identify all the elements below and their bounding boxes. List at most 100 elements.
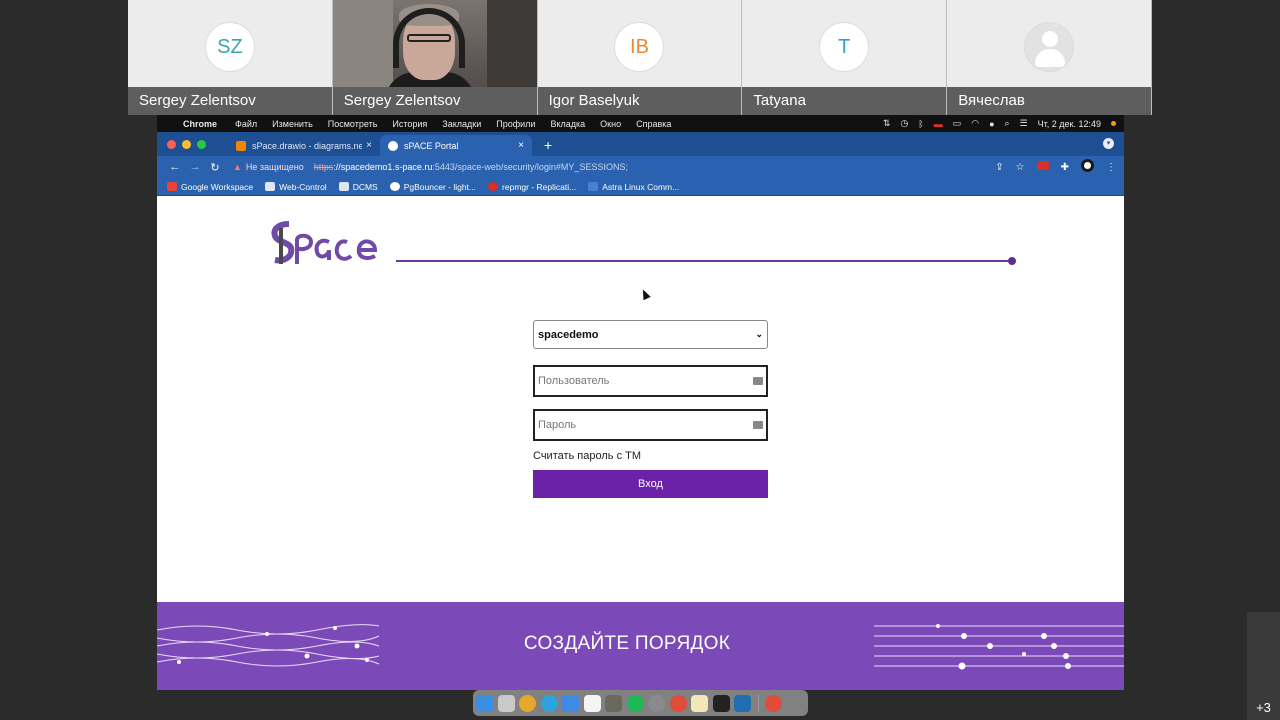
participant-name: Tatyana bbox=[742, 87, 947, 115]
profile-icon[interactable] bbox=[1081, 159, 1094, 175]
url-input[interactable]: https://spacedemo1.s-pace.ru:5443/space-… bbox=[314, 162, 628, 172]
password-manager-icon[interactable] bbox=[753, 421, 763, 429]
mail-icon[interactable] bbox=[562, 694, 579, 712]
bookmark-item[interactable]: PgBouncer - light... bbox=[389, 181, 477, 192]
menu-item-file[interactable]: Файл bbox=[235, 119, 257, 129]
calendar-icon[interactable] bbox=[583, 694, 601, 712]
bookmark-item[interactable]: Astra Linux Comm... bbox=[588, 182, 679, 192]
mac-dock bbox=[473, 690, 808, 716]
mouse-cursor-icon bbox=[639, 287, 651, 301]
shared-screen: Chrome Файл Изменить Посмотреть История … bbox=[157, 115, 1124, 690]
forward-icon[interactable]: → bbox=[185, 161, 205, 173]
spotify-icon[interactable] bbox=[626, 694, 644, 712]
search-icon[interactable]: ⌕ bbox=[1005, 118, 1010, 129]
participant-tile[interactable]: SZ Sergey Zelentsov bbox=[128, 0, 333, 115]
participant-tile[interactable]: IB Igor Baselyuk bbox=[537, 0, 743, 115]
globe-icon bbox=[389, 182, 400, 191]
menu-item-help[interactable]: Справка bbox=[636, 119, 671, 129]
menu-item-edit[interactable]: Изменить bbox=[272, 119, 313, 129]
back-icon[interactable]: ← bbox=[165, 161, 185, 173]
username-field[interactable]: Пользователь bbox=[533, 365, 768, 397]
bookmark-label: PgBouncer - light... bbox=[403, 181, 477, 192]
url-host: ://spacedemo1.s-pace.ru bbox=[333, 162, 433, 172]
dock-separator bbox=[757, 694, 759, 712]
safari-icon[interactable] bbox=[669, 694, 687, 712]
login-button[interactable]: Вход bbox=[533, 470, 768, 498]
new-tab-button[interactable]: + bbox=[544, 135, 552, 156]
ableton-live-icon[interactable] bbox=[712, 694, 730, 712]
participant-name: Вячеслав bbox=[947, 87, 1151, 115]
bluetooth-icon[interactable]: ᛒ bbox=[918, 119, 923, 129]
webex-icon[interactable] bbox=[734, 694, 751, 712]
footer-banner: СОЗДАЙТЕ ПОРЯДОК bbox=[157, 602, 1124, 690]
window-controls bbox=[167, 132, 212, 156]
launchpad-icon[interactable] bbox=[497, 694, 515, 712]
chrome-icon[interactable] bbox=[519, 694, 536, 712]
finder-icon[interactable] bbox=[476, 694, 493, 712]
bookmarks-bar: Google Workspace Web-Control DCMS PgBoun… bbox=[157, 178, 1124, 196]
menu-item-window[interactable]: Окно bbox=[600, 119, 621, 129]
recording-dot-icon bbox=[1111, 121, 1116, 126]
menubar-app-name[interactable]: Chrome bbox=[183, 119, 217, 129]
extension-red-icon[interactable] bbox=[1036, 161, 1049, 173]
password-manager-icon[interactable] bbox=[753, 377, 763, 385]
kebab-menu-icon[interactable]: ⋮ bbox=[1106, 162, 1116, 173]
share-icon[interactable]: ⇪ bbox=[995, 162, 1003, 173]
app-icon[interactable] bbox=[605, 694, 622, 712]
menubar-clock[interactable]: Чт, 2 дек. 12:49 bbox=[1038, 119, 1101, 129]
menu-item-tab[interactable]: Вкладка bbox=[550, 119, 585, 129]
bookmark-item[interactable]: Web-Control bbox=[265, 182, 327, 192]
control-center-icon[interactable]: ☰ bbox=[1020, 118, 1028, 129]
reload-icon[interactable]: ↻ bbox=[205, 161, 225, 174]
tab-drawio[interactable]: sPace.drawio - diagrams.net × bbox=[228, 135, 380, 156]
more-participants-badge[interactable]: +3 bbox=[1247, 612, 1280, 720]
bookmark-item[interactable]: repmgr - Replicati... bbox=[488, 182, 576, 192]
repmgr-icon bbox=[488, 182, 499, 191]
settings-icon[interactable] bbox=[648, 694, 665, 712]
menu-item-profiles[interactable]: Профили bbox=[496, 119, 535, 129]
bookmark-item[interactable]: DCMS bbox=[338, 181, 378, 192]
tab-space-portal[interactable]: sPACE Portal × bbox=[380, 135, 532, 156]
tab-title: sPace.drawio - diagrams.net bbox=[252, 140, 363, 151]
menu-item-bookmarks[interactable]: Закладки bbox=[442, 119, 481, 129]
participant-video-tile[interactable]: Sergey Zelentsov bbox=[332, 0, 538, 115]
compass-icon[interactable] bbox=[764, 694, 782, 712]
wifi-icon[interactable]: ◠ bbox=[971, 118, 979, 129]
airdrop-icon[interactable]: ⇅ bbox=[883, 118, 891, 129]
bookmark-label: DCMS bbox=[352, 181, 378, 192]
folder-icon bbox=[338, 182, 349, 191]
not-secure-indicator[interactable]: ▲ Не защищено bbox=[233, 162, 304, 172]
menu-item-view[interactable]: Посмотреть bbox=[328, 119, 378, 129]
domain-select[interactable]: spacedemo ⌄ bbox=[533, 320, 768, 349]
drawio-favicon-icon bbox=[236, 140, 246, 151]
time-machine-icon[interactable]: ◷ bbox=[900, 118, 908, 129]
bookmark-item[interactable]: Google Workspace bbox=[167, 182, 253, 192]
user-icon[interactable]: ● bbox=[989, 119, 994, 129]
notes-icon[interactable] bbox=[691, 694, 708, 712]
not-secure-label: Не защищено bbox=[245, 162, 304, 172]
extensions-puzzle-icon[interactable]: ✚ bbox=[1061, 162, 1069, 173]
tab-search-icon[interactable]: ▾ bbox=[1103, 138, 1114, 149]
tab-close-icon[interactable]: × bbox=[366, 140, 372, 151]
bookmark-label: Web-Control bbox=[279, 181, 327, 192]
bookmark-star-icon[interactable]: ☆ bbox=[1016, 162, 1025, 173]
tab-title: sPACE Portal bbox=[404, 140, 459, 151]
menu-item-history[interactable]: История bbox=[392, 119, 427, 129]
read-password-from-tm-link[interactable]: Считать пароль с ТМ bbox=[533, 450, 768, 462]
battery-icon[interactable]: ▭ bbox=[953, 118, 962, 129]
warning-icon: ▲ bbox=[233, 162, 242, 172]
minimize-window-icon[interactable] bbox=[182, 139, 191, 149]
tab-close-icon[interactable]: × bbox=[518, 140, 524, 151]
maximize-window-icon[interactable] bbox=[197, 139, 206, 149]
flag-icon[interactable]: ▬ bbox=[934, 119, 943, 129]
astra-icon bbox=[588, 182, 599, 191]
participant-tile[interactable]: Вячеслав bbox=[947, 0, 1152, 115]
password-field[interactable]: Пароль bbox=[533, 409, 768, 441]
default-avatar-icon bbox=[1024, 22, 1075, 72]
bookmark-label: repmgr - Replicati... bbox=[502, 181, 577, 192]
bookmark-label: Google Workspace bbox=[181, 181, 254, 192]
close-window-icon[interactable] bbox=[167, 139, 176, 149]
participant-tile[interactable]: T Tatyana bbox=[742, 0, 948, 115]
telegram-icon[interactable] bbox=[540, 694, 558, 712]
folder-icon bbox=[265, 182, 276, 191]
